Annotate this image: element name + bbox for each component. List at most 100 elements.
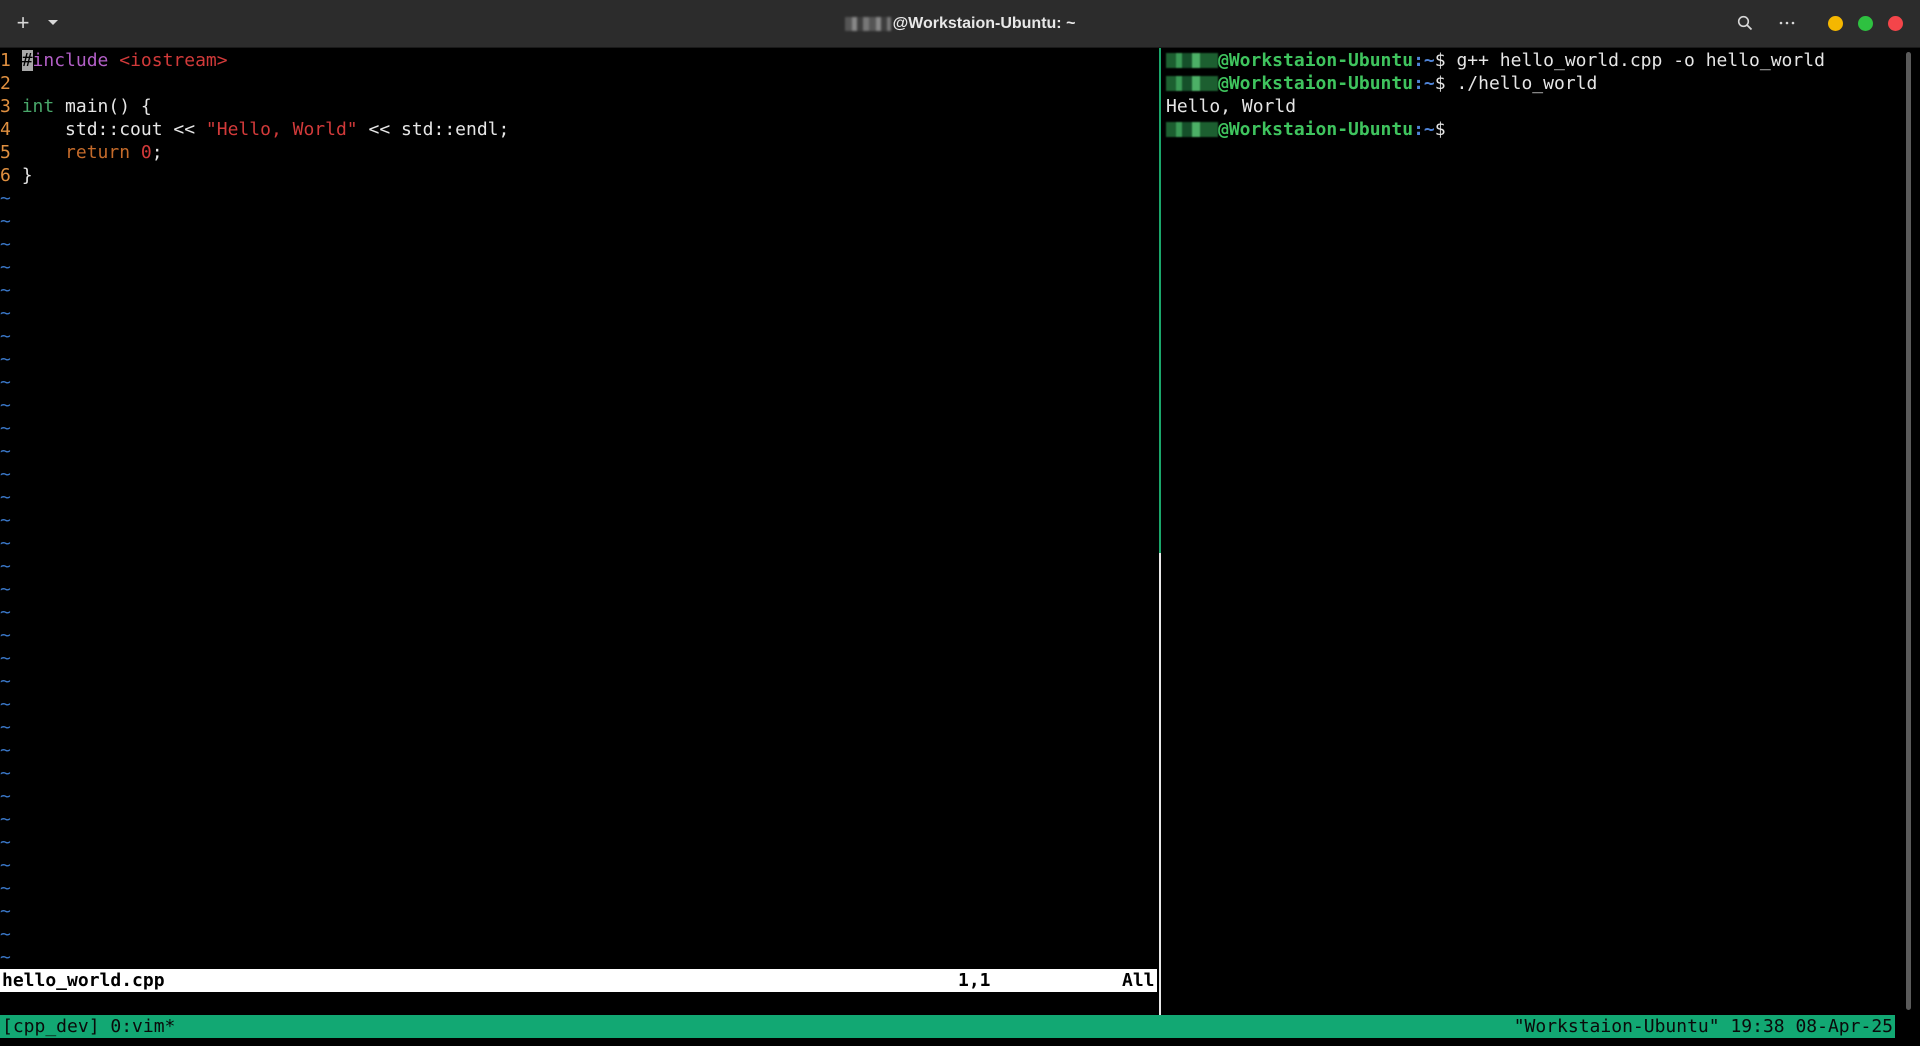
- tilde-marker: ~: [0, 579, 11, 600]
- tmux-status-bar: [cpp_dev] 0:vim* "Workstaion-Ubuntu" 19:…: [0, 1015, 1895, 1038]
- tmux-host-clock: "Workstaion-Ubuntu" 19:38 08-Apr-25: [1513, 1016, 1893, 1037]
- scrollbar-thumb[interactable]: [1906, 52, 1911, 1010]
- tilde-marker: ~: [0, 510, 11, 531]
- code-text: << std::endl;: [357, 119, 510, 140]
- tilde-marker: ~: [0, 533, 11, 554]
- line-number: 3: [0, 96, 11, 117]
- prompt-path: :~: [1413, 119, 1435, 140]
- more-options-button[interactable]: [1775, 11, 1799, 35]
- include-path: <iostream>: [119, 50, 228, 71]
- tilde-marker: ~: [0, 556, 11, 577]
- search-button[interactable]: [1733, 11, 1757, 35]
- code-line: 6 }: [0, 164, 33, 187]
- prompt-host: @Workstaion-Ubuntu: [1218, 73, 1414, 94]
- prompt-symbol: $: [1434, 50, 1457, 71]
- pane-divider[interactable]: [1159, 553, 1161, 1018]
- tilde-marker: ~: [0, 188, 11, 209]
- chevron-down-icon: [48, 20, 58, 25]
- tilde-marker: ~: [0, 280, 11, 301]
- tilde-marker: ~: [0, 395, 11, 416]
- close-button[interactable]: [1888, 16, 1903, 31]
- shell-line: @Workstaion-Ubuntu:~$ ./hello_world: [1166, 72, 1597, 95]
- type-keyword: int: [21, 96, 55, 117]
- tilde-marker: ~: [0, 878, 11, 899]
- prompt-host: @Workstaion-Ubuntu: [1218, 119, 1414, 140]
- code-line: 4 std::cout << "Hello, World" << std::en…: [0, 118, 509, 141]
- tab-menu-button[interactable]: [44, 11, 62, 35]
- tilde-marker: ~: [0, 901, 11, 922]
- shell-line[interactable]: @Workstaion-Ubuntu:~$: [1166, 118, 1456, 141]
- more-icon: [1779, 21, 1795, 25]
- tilde-marker: ~: [0, 326, 11, 347]
- code-line: 5 return 0;: [0, 141, 163, 164]
- tilde-marker: ~: [0, 625, 11, 646]
- line-number: 2: [0, 73, 11, 94]
- shell-pane[interactable]: @Workstaion-Ubuntu:~$ g++ hello_world.cp…: [1166, 48, 1906, 1018]
- return-keyword: return: [21, 142, 131, 163]
- tilde-marker: ~: [0, 418, 11, 439]
- code-line: 2: [0, 72, 11, 95]
- prompt-host: @Workstaion-Ubuntu: [1218, 50, 1414, 71]
- code-line: 1 #include <iostream>: [0, 49, 228, 72]
- status-filename: hello_world.cpp: [2, 970, 165, 991]
- tilde-marker: ~: [0, 671, 11, 692]
- maximize-button[interactable]: [1858, 16, 1873, 31]
- program-output: Hello, World: [1166, 96, 1297, 117]
- preprocessor-directive: include: [32, 50, 109, 71]
- tilde-marker: ~: [0, 740, 11, 761]
- minimize-button[interactable]: [1828, 16, 1843, 31]
- tilde-marker: ~: [0, 602, 11, 623]
- status-cursor-position: 1,1: [958, 970, 991, 991]
- search-icon: [1737, 15, 1753, 31]
- new-tab-button[interactable]: +: [12, 10, 34, 35]
- tilde-marker: ~: [0, 303, 11, 324]
- line-number: 5: [0, 142, 11, 163]
- prompt-path: :~: [1413, 50, 1435, 71]
- redacted-username: [844, 16, 891, 31]
- code-text: std::cout <<: [21, 119, 206, 140]
- code-text: main() {: [54, 96, 152, 117]
- prompt-symbol: $: [1434, 119, 1457, 140]
- code-text: }: [21, 165, 33, 186]
- plus-icon: +: [16, 10, 30, 35]
- tilde-marker: ~: [0, 763, 11, 784]
- vim-pane[interactable]: 1 #include <iostream> 2 3 int main() { 4…: [0, 48, 1158, 1018]
- number-literal: 0: [140, 142, 152, 163]
- window-title-text: @Workstaion-Ubuntu: ~: [892, 14, 1076, 32]
- vim-status-line: hello_world.cpp 1,1 All: [0, 969, 1157, 992]
- tilde-marker: ~: [0, 809, 11, 830]
- pane-divider-active[interactable]: [1159, 48, 1161, 553]
- line-number: 6: [0, 165, 11, 186]
- tilde-marker: ~: [0, 832, 11, 853]
- text-cursor: #: [21, 50, 33, 71]
- tilde-marker: ~: [0, 349, 11, 370]
- string-literal: "Hello, World": [205, 119, 358, 140]
- tilde-marker: ~: [0, 372, 11, 393]
- title-bar: + @Workstaion-Ubuntu: ~: [0, 0, 1920, 48]
- scrollbar[interactable]: [1904, 48, 1912, 1018]
- shell-line: Hello, World: [1166, 95, 1296, 118]
- tilde-marker: ~: [0, 694, 11, 715]
- tmux-session-window[interactable]: [cpp_dev] 0:vim*: [2, 1015, 175, 1038]
- tilde-marker: ~: [0, 487, 11, 508]
- shell-line: @Workstaion-Ubuntu:~$ g++ hello_world.cp…: [1166, 49, 1825, 72]
- tilde-marker: ~: [0, 648, 11, 669]
- tilde-marker: ~: [0, 257, 11, 278]
- redacted-username: [1166, 122, 1218, 137]
- code-line: 3 int main() {: [0, 95, 152, 118]
- window-title: @Workstaion-Ubuntu: ~: [760, 0, 1160, 47]
- prompt-symbol: $: [1434, 73, 1457, 94]
- tilde-marker: ~: [0, 786, 11, 807]
- shell-command: g++ hello_world.cpp -o hello_world: [1456, 50, 1825, 71]
- tilde-marker: ~: [0, 234, 11, 255]
- tilde-marker: ~: [0, 924, 11, 945]
- shell-command: ./hello_world: [1456, 73, 1598, 94]
- tilde-marker: ~: [0, 947, 11, 968]
- terminal-area[interactable]: 1 #include <iostream> 2 3 int main() { 4…: [0, 48, 1920, 1046]
- line-number: 1: [0, 50, 11, 71]
- tilde-marker: ~: [0, 855, 11, 876]
- code-text: ;: [151, 142, 163, 163]
- redacted-username: [1166, 76, 1218, 91]
- tilde-marker: ~: [0, 211, 11, 232]
- status-scroll-position: All: [1122, 970, 1155, 991]
